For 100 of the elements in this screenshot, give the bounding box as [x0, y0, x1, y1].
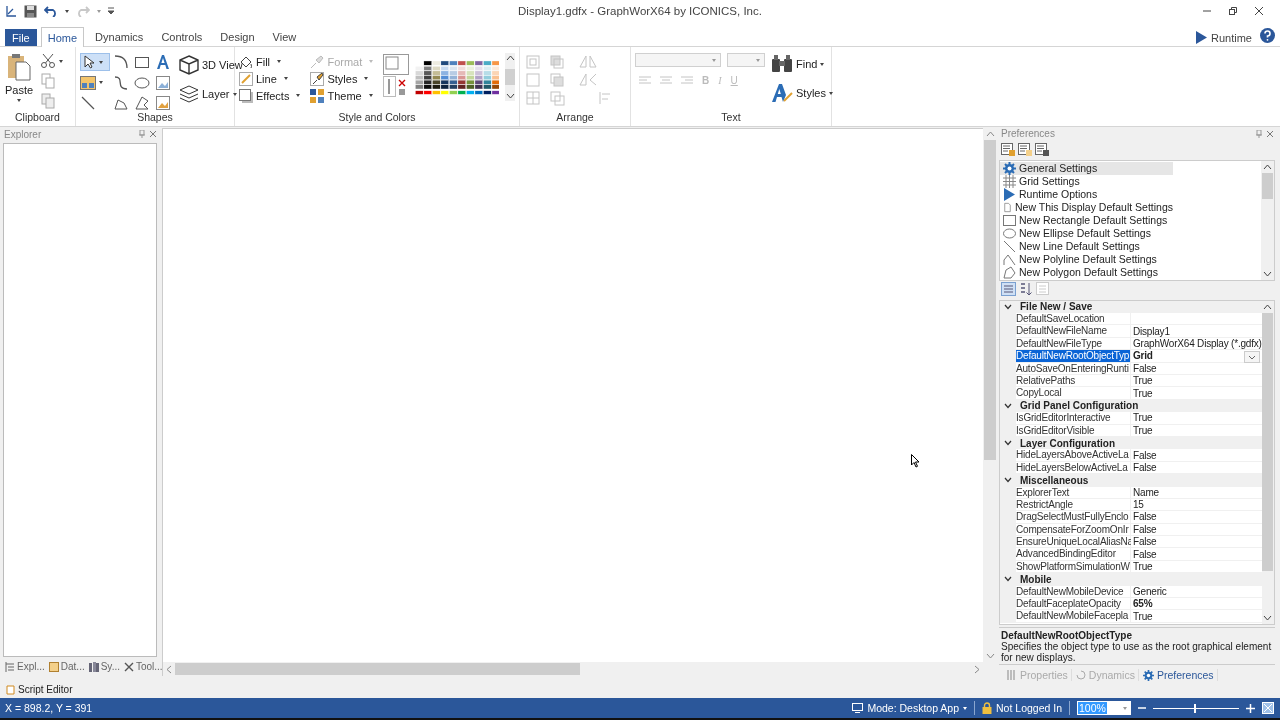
ribbon-tab[interactable]: Home: [40, 27, 85, 47]
settings-list-item[interactable]: New Polyline Default Settings: [1000, 252, 1173, 266]
scroll-down-icon[interactable]: [1263, 270, 1272, 277]
ellipse-icon[interactable]: [134, 75, 150, 91]
sort-alphabetical-icon[interactable]: [1019, 282, 1033, 297]
property-name[interactable]: AdvancedBindingEditor: [1016, 548, 1130, 561]
layout-icon: [80, 76, 96, 90]
property-name[interactable]: DefaultNewRootObjectTyp: [1016, 350, 1130, 363]
category-header: Layer Configuration: [1020, 437, 1115, 449]
property-value: False: [1131, 449, 1262, 462]
image-icon[interactable]: [155, 75, 171, 91]
caret-icon: [99, 60, 103, 64]
palette-scrollbar[interactable]: [505, 53, 515, 101]
scroll-down-icon[interactable]: [1263, 615, 1273, 621]
collapse-chevron-icon[interactable]: [1004, 477, 1012, 484]
scroll-right-icon[interactable]: [974, 664, 980, 674]
image-icon[interactable]: [155, 94, 171, 111]
settings-list-item[interactable]: New Rectangle Default Settings: [1000, 213, 1173, 227]
pointer-tool[interactable]: [80, 53, 110, 72]
color-picker-icon[interactable]: [383, 54, 410, 98]
zoom-out-icon[interactable]: [1138, 706, 1146, 710]
style-button[interactable]: Effects: [239, 87, 305, 104]
runtime-label: Runtime: [1211, 31, 1252, 44]
scroll-left-icon[interactable]: [166, 664, 172, 674]
group-label: Shapes: [137, 111, 173, 125]
app-icon: [5, 5, 17, 17]
style-button[interactable]: Theme: [310, 87, 378, 104]
undo-icon[interactable]: [44, 5, 58, 17]
collapse-chevron-icon[interactable]: [1004, 440, 1012, 447]
arc-icon[interactable]: [113, 54, 129, 71]
login-status[interactable]: Not Logged In: [982, 702, 1062, 714]
help-icon[interactable]: [1260, 28, 1275, 43]
property-value: Grid: [1131, 350, 1262, 363]
settings-list-item[interactable]: New Polygon Default Settings: [1000, 265, 1173, 279]
scroll-up-icon[interactable]: [505, 55, 515, 61]
categorized-icon[interactable]: [1001, 282, 1016, 297]
list-scrollbar[interactable]: [1261, 160, 1274, 280]
customize-icon[interactable]: [108, 7, 114, 15]
mode-selector[interactable]: Mode: Desktop App: [852, 702, 968, 714]
scroll-thumb[interactable]: [175, 663, 580, 675]
file-tab[interactable]: File: [5, 29, 37, 46]
runtime-button[interactable]: Runtime: [1196, 31, 1252, 44]
caret-icon: [296, 94, 301, 97]
scroll-up-icon[interactable]: [1263, 163, 1272, 170]
property-name[interactable]: IsGridEditorInteractive: [1016, 412, 1130, 425]
explorer-tab[interactable]: Expl...: [5, 661, 45, 672]
explorer-tab[interactable]: Sy...: [88, 661, 120, 672]
property-name[interactable]: RelativePaths: [1016, 375, 1130, 388]
caret-icon[interactable]: [59, 59, 63, 63]
property-name[interactable]: DragSelectMustFullyEnclo: [1016, 511, 1130, 524]
explorer-tab[interactable]: Dat...: [48, 661, 85, 672]
close-icon[interactable]: [1254, 6, 1264, 16]
scroll-up-icon[interactable]: [1263, 303, 1273, 310]
grid-icon: [1003, 174, 1016, 188]
line-icon[interactable]: [80, 94, 96, 111]
property-name[interactable]: DefaultNewMobileFacepla: [1016, 610, 1130, 623]
save-icon[interactable]: [24, 4, 37, 18]
scroll-up-icon[interactable]: [985, 131, 995, 137]
settings-list-item[interactable]: Runtime Options: [1000, 187, 1173, 201]
settings-file-icon[interactable]: [1018, 142, 1032, 156]
scroll-thumb[interactable]: [505, 69, 515, 85]
settings-file-icon[interactable]: [1001, 142, 1015, 156]
category-header: Mobile: [1020, 573, 1052, 585]
rectangle-icon[interactable]: [134, 54, 150, 71]
settings-list-item[interactable]: New Ellipse Default Settings: [1000, 226, 1173, 240]
curve-icon[interactable]: [113, 75, 129, 91]
polygon-icon[interactable]: [134, 94, 150, 111]
books-icon: [88, 661, 99, 672]
settings-list-item[interactable]: New This Display Default Settings: [1000, 200, 1173, 214]
property-name[interactable]: DefaultNewFileName: [1016, 325, 1130, 338]
collapse-chevron-icon[interactable]: [1004, 303, 1012, 310]
settings-file-icon[interactable]: [1035, 142, 1049, 156]
settings-list-item[interactable]: New Line Default Settings: [1000, 239, 1173, 253]
caret-icon[interactable]: [65, 9, 69, 13]
restore-icon[interactable]: [1228, 6, 1238, 16]
property-name[interactable]: DefaultFaceplateOpacity: [1016, 598, 1130, 611]
find-button[interactable]: Find: [771, 55, 833, 73]
swirl-icon: [1075, 670, 1086, 680]
scroll-down-icon[interactable]: [505, 93, 515, 99]
property-name[interactable]: HideLayersAboveActiveLa: [1016, 449, 1130, 462]
caret-icon: [232, 92, 237, 96]
cut-icon[interactable]: [40, 53, 56, 69]
settings-list-item[interactable]: Grid Settings: [1000, 174, 1173, 188]
paste-button[interactable]: Paste: [4, 53, 34, 111]
property-name[interactable]: CopyLocal: [1016, 387, 1130, 400]
scroll-thumb[interactable]: [1262, 172, 1273, 199]
scroll-thumb[interactable]: [1262, 312, 1274, 571]
style-button[interactable]: Styles: [310, 70, 378, 87]
property-name[interactable]: DefaultSaveLocation: [1016, 313, 1130, 326]
text-tool-icon[interactable]: [155, 54, 171, 71]
scroll-thumb[interactable]: [984, 140, 996, 460]
settings-list-item[interactable]: General Settings: [1000, 161, 1173, 175]
script-editor-tab[interactable]: Script Editor: [6, 684, 73, 695]
text-styles-button[interactable]: Styles: [771, 83, 833, 103]
explorer-tab[interactable]: Tool...: [123, 661, 163, 672]
pencil-line-icon: [239, 71, 253, 86]
collapse-chevron-icon[interactable]: [1004, 402, 1012, 409]
zoom-in-icon[interactable]: [1246, 703, 1255, 713]
slider-thumb[interactable]: [1194, 703, 1197, 713]
collapse-chevron-icon[interactable]: [1004, 576, 1012, 583]
